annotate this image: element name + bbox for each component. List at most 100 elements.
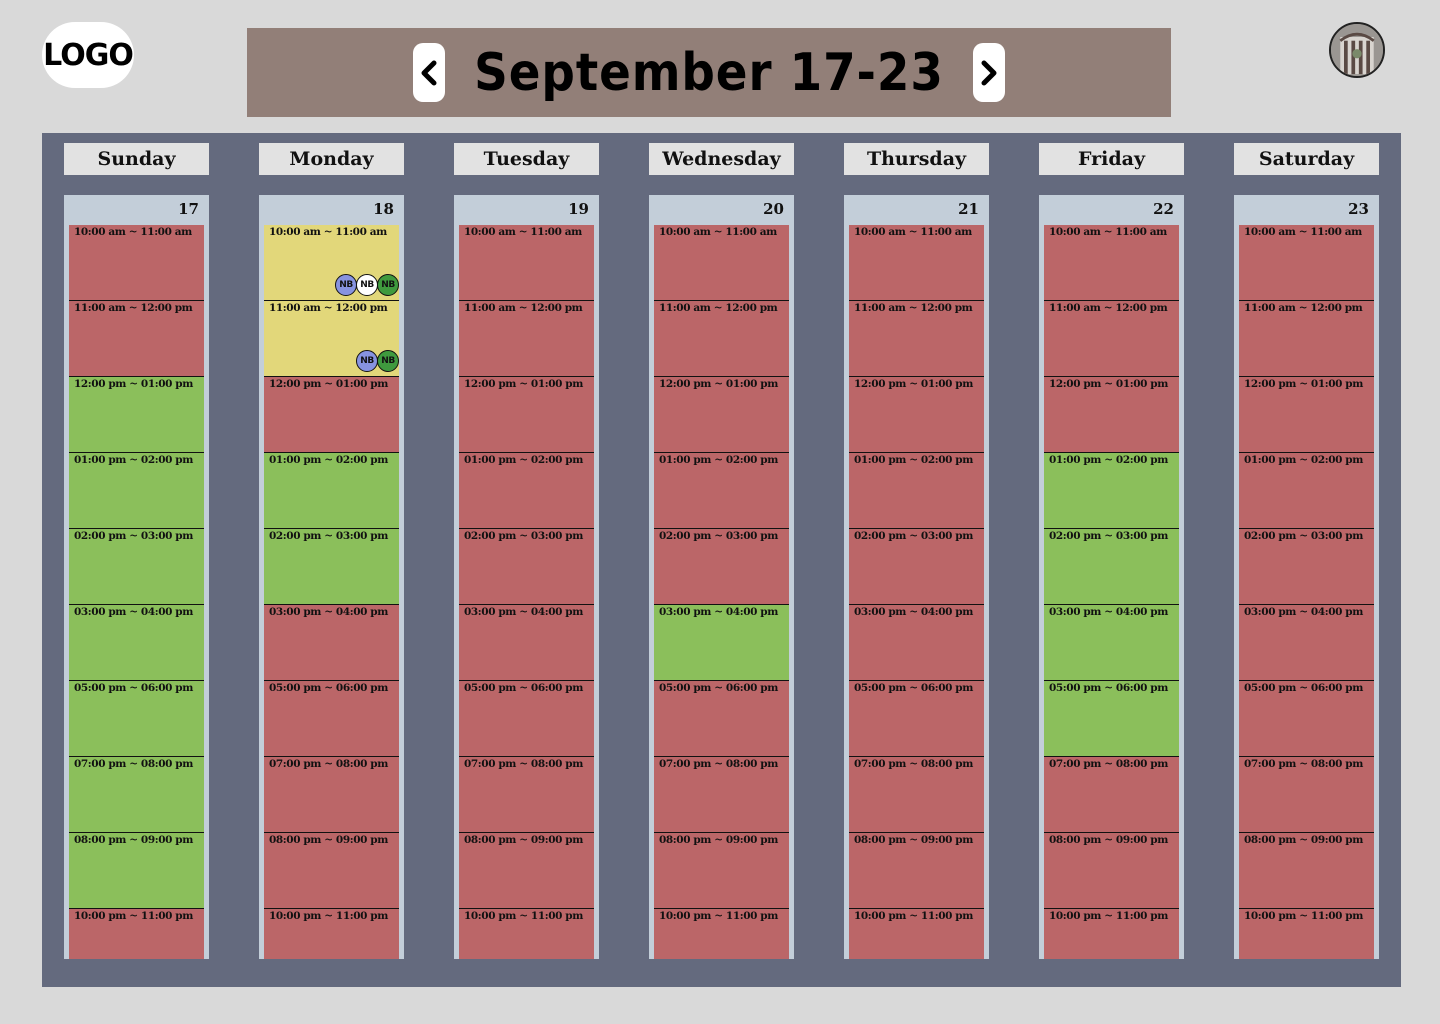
time-slot-unavailable[interactable]: 10:00 pm ~ 11:00 pm — [264, 909, 399, 959]
time-slot-unavailable[interactable]: 08:00 pm ~ 09:00 pm — [849, 833, 984, 909]
user-avatar[interactable] — [1329, 22, 1385, 78]
time-slot-unavailable[interactable]: 10:00 am ~ 11:00 am — [69, 225, 204, 301]
time-slot-unavailable[interactable]: 12:00 pm ~ 01:00 pm — [654, 377, 789, 453]
time-slot-unavailable[interactable]: 12:00 pm ~ 01:00 pm — [459, 377, 594, 453]
time-slot-unavailable[interactable]: 05:00 pm ~ 06:00 pm — [264, 681, 399, 757]
time-slot-available[interactable]: 03:00 pm ~ 04:00 pm — [654, 605, 789, 681]
slot-list: 10:00 am ~ 11:00 am 11:00 am ~ 12:00 pm 12… — [1239, 225, 1374, 959]
time-slot-unavailable[interactable]: 10:00 pm ~ 11:00 pm — [849, 909, 984, 959]
date-number: 19 — [568, 200, 589, 218]
time-slot-unavailable[interactable]: 11:00 am ~ 12:00 pm — [459, 301, 594, 377]
time-slot-unavailable[interactable]: 10:00 pm ~ 11:00 pm — [654, 909, 789, 959]
time-slot-available[interactable]: 05:00 pm ~ 06:00 pm — [1044, 681, 1179, 757]
attendee-avatar[interactable]: NB — [377, 350, 399, 372]
time-slot-unavailable[interactable]: 01:00 pm ~ 02:00 pm — [654, 453, 789, 529]
time-slot-unavailable[interactable]: 07:00 pm ~ 08:00 pm — [1044, 757, 1179, 833]
time-slot-unavailable[interactable]: 10:00 am ~ 11:00 am — [1239, 225, 1374, 301]
time-slot-unavailable[interactable]: 03:00 pm ~ 04:00 pm — [1239, 605, 1374, 681]
time-slot-unavailable[interactable]: 10:00 pm ~ 11:00 pm — [1239, 909, 1374, 959]
time-slot-available[interactable]: 12:00 pm ~ 01:00 pm — [69, 377, 204, 453]
time-slot-unavailable[interactable]: 05:00 pm ~ 06:00 pm — [849, 681, 984, 757]
time-slot-unavailable[interactable]: 11:00 am ~ 12:00 pm — [654, 301, 789, 377]
slot-time-label: 03:00 pm ~ 04:00 pm — [1049, 606, 1168, 618]
time-slot-unavailable[interactable]: 07:00 pm ~ 08:00 pm — [459, 757, 594, 833]
time-slot-unavailable[interactable]: 01:00 pm ~ 02:00 pm — [459, 453, 594, 529]
time-slot-unavailable[interactable]: 02:00 pm ~ 03:00 pm — [849, 529, 984, 605]
time-slot-unavailable[interactable]: 07:00 pm ~ 08:00 pm — [1239, 757, 1374, 833]
time-slot-unavailable[interactable]: 05:00 pm ~ 06:00 pm — [459, 681, 594, 757]
time-slot-unavailable[interactable]: 07:00 pm ~ 08:00 pm — [849, 757, 984, 833]
time-slot-booked[interactable]: 10:00 am ~ 11:00 am NB NB NB — [264, 225, 399, 301]
time-slot-unavailable[interactable]: 12:00 pm ~ 01:00 pm — [849, 377, 984, 453]
slot-list: 10:00 am ~ 11:00 am 11:00 am ~ 12:00 pm 12… — [69, 225, 204, 959]
time-slot-unavailable[interactable]: 11:00 am ~ 12:00 pm — [1239, 301, 1374, 377]
time-slot-unavailable[interactable]: 03:00 pm ~ 04:00 pm — [849, 605, 984, 681]
slot-time-label: 12:00 pm ~ 01:00 pm — [464, 378, 583, 390]
slot-time-label: 10:00 am ~ 11:00 am — [1049, 226, 1167, 238]
time-slot-available[interactable]: 02:00 pm ~ 03:00 pm — [69, 529, 204, 605]
time-slot-unavailable[interactable]: 07:00 pm ~ 08:00 pm — [264, 757, 399, 833]
time-slot-unavailable[interactable]: 08:00 pm ~ 09:00 pm — [1239, 833, 1374, 909]
next-week-button[interactable] — [973, 43, 1005, 102]
time-slot-unavailable[interactable]: 08:00 pm ~ 09:00 pm — [654, 833, 789, 909]
time-slot-unavailable[interactable]: 10:00 pm ~ 11:00 pm — [459, 909, 594, 959]
time-slot-available[interactable]: 03:00 pm ~ 04:00 pm — [69, 605, 204, 681]
time-slot-unavailable[interactable]: 02:00 pm ~ 03:00 pm — [654, 529, 789, 605]
time-slot-unavailable[interactable]: 11:00 am ~ 12:00 pm — [1044, 301, 1179, 377]
slot-time-label: 12:00 pm ~ 01:00 pm — [854, 378, 973, 390]
time-slot-available[interactable]: 05:00 pm ~ 06:00 pm — [69, 681, 204, 757]
slot-time-label: 01:00 pm ~ 02:00 pm — [464, 454, 583, 466]
time-slot-unavailable[interactable]: 12:00 pm ~ 01:00 pm — [1239, 377, 1374, 453]
time-slot-unavailable[interactable]: 10:00 pm ~ 11:00 pm — [69, 909, 204, 959]
time-slot-available[interactable]: 03:00 pm ~ 04:00 pm — [1044, 605, 1179, 681]
time-slot-unavailable[interactable]: 11:00 am ~ 12:00 pm — [849, 301, 984, 377]
slot-time-label: 10:00 am ~ 11:00 am — [464, 226, 582, 238]
time-slot-available[interactable]: 02:00 pm ~ 03:00 pm — [264, 529, 399, 605]
day-column-thursday: 21 10:00 am ~ 11:00 am 11:00 am ~ 12:00 pm… — [844, 195, 989, 959]
time-slot-booked[interactable]: 11:00 am ~ 12:00 pm NB NB — [264, 301, 399, 377]
time-slot-unavailable[interactable]: 07:00 pm ~ 08:00 pm — [654, 757, 789, 833]
time-slot-unavailable[interactable]: 02:00 pm ~ 03:00 pm — [459, 529, 594, 605]
slot-time-label: 12:00 pm ~ 01:00 pm — [269, 378, 388, 390]
slot-time-label: 10:00 am ~ 11:00 am — [74, 226, 192, 238]
day-header-monday: Monday — [259, 143, 404, 175]
time-slot-unavailable[interactable]: 10:00 am ~ 11:00 am — [654, 225, 789, 301]
time-slot-unavailable[interactable]: 08:00 pm ~ 09:00 pm — [459, 833, 594, 909]
time-slot-unavailable[interactable]: 08:00 pm ~ 09:00 pm — [1044, 833, 1179, 909]
time-slot-unavailable[interactable]: 05:00 pm ~ 06:00 pm — [654, 681, 789, 757]
attendee-avatar[interactable]: NB — [335, 274, 357, 296]
slot-time-label: 03:00 pm ~ 04:00 pm — [74, 606, 193, 618]
attendee-avatar[interactable]: NB — [356, 350, 378, 372]
time-slot-unavailable[interactable]: 12:00 pm ~ 01:00 pm — [1044, 377, 1179, 453]
time-slot-unavailable[interactable]: 10:00 pm ~ 11:00 pm — [1044, 909, 1179, 959]
slot-time-label: 02:00 pm ~ 03:00 pm — [269, 530, 388, 542]
time-slot-unavailable[interactable]: 10:00 am ~ 11:00 am — [459, 225, 594, 301]
time-slot-available[interactable]: 01:00 pm ~ 02:00 pm — [264, 453, 399, 529]
time-slot-available[interactable]: 01:00 pm ~ 02:00 pm — [69, 453, 204, 529]
time-slot-unavailable[interactable]: 03:00 pm ~ 04:00 pm — [459, 605, 594, 681]
time-slot-unavailable[interactable]: 01:00 pm ~ 02:00 pm — [849, 453, 984, 529]
slot-time-label: 08:00 pm ~ 09:00 pm — [1049, 834, 1168, 846]
time-slot-available[interactable]: 07:00 pm ~ 08:00 pm — [69, 757, 204, 833]
attendee-avatar[interactable]: NB — [356, 274, 378, 296]
week-header: September 17-23 — [247, 28, 1171, 117]
day-column-wednesday: 20 10:00 am ~ 11:00 am 11:00 am ~ 12:00 pm… — [649, 195, 794, 959]
attendee-avatar[interactable]: NB — [377, 274, 399, 296]
time-slot-unavailable[interactable]: 12:00 pm ~ 01:00 pm — [264, 377, 399, 453]
attendee-badges: NB NB — [356, 350, 399, 372]
time-slot-unavailable[interactable]: 02:00 pm ~ 03:00 pm — [1239, 529, 1374, 605]
logo[interactable]: LOGO — [42, 22, 134, 88]
time-slot-unavailable[interactable]: 10:00 am ~ 11:00 am — [1044, 225, 1179, 301]
time-slot-unavailable[interactable]: 11:00 am ~ 12:00 pm — [69, 301, 204, 377]
time-slot-unavailable[interactable]: 05:00 pm ~ 06:00 pm — [1239, 681, 1374, 757]
prev-week-button[interactable] — [413, 43, 445, 102]
time-slot-unavailable[interactable]: 03:00 pm ~ 04:00 pm — [264, 605, 399, 681]
time-slot-available[interactable]: 01:00 pm ~ 02:00 pm — [1044, 453, 1179, 529]
time-slot-unavailable[interactable]: 08:00 pm ~ 09:00 pm — [264, 833, 399, 909]
time-slot-available[interactable]: 02:00 pm ~ 03:00 pm — [1044, 529, 1179, 605]
date-number: 22 — [1153, 200, 1174, 218]
time-slot-unavailable[interactable]: 10:00 am ~ 11:00 am — [849, 225, 984, 301]
slot-time-label: 08:00 pm ~ 09:00 pm — [1244, 834, 1363, 846]
time-slot-unavailable[interactable]: 01:00 pm ~ 02:00 pm — [1239, 453, 1374, 529]
time-slot-available[interactable]: 08:00 pm ~ 09:00 pm — [69, 833, 204, 909]
